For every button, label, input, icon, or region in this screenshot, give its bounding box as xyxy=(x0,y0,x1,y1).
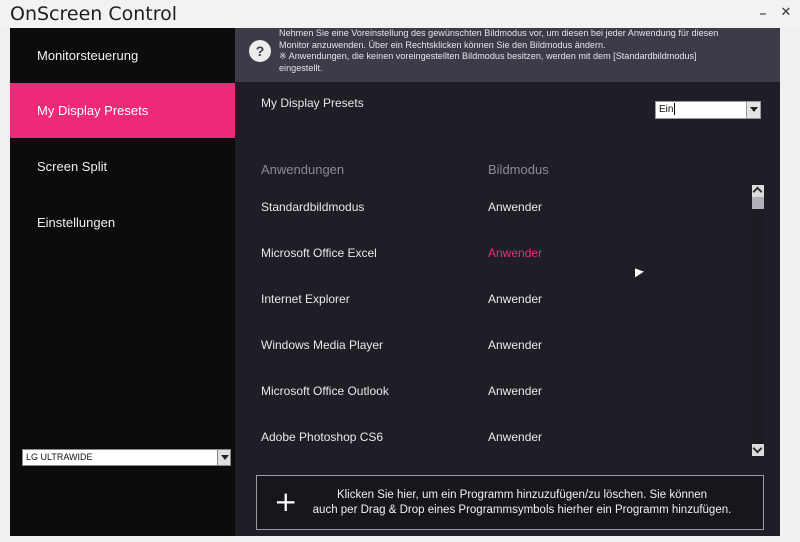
add-program-line: Klicken Sie hier, um ein Programm hinzuz… xyxy=(336,489,708,501)
table-row[interactable]: Adobe Photoshop CS6 Anwender xyxy=(235,430,745,476)
sidebar-item-label: Monitorsteuerung xyxy=(37,48,139,63)
info-line: eingestellt. xyxy=(279,63,323,74)
picture-mode-value[interactable]: Anwender xyxy=(488,430,542,444)
main-panel: ? Nehmen Sie eine Voreinstellung des gew… xyxy=(235,28,780,536)
text-caret xyxy=(674,103,676,116)
scroll-track[interactable] xyxy=(752,197,764,444)
sidebar-item-label: Screen Split xyxy=(37,159,108,174)
sidebar-item-screen-split[interactable]: Screen Split xyxy=(10,139,235,194)
add-program-line: auch per Drag & Drop eines Programmsymbo… xyxy=(312,504,732,516)
scroll-thumb[interactable] xyxy=(752,197,764,209)
minimize-button[interactable]: – xyxy=(753,4,773,22)
picture-mode-value[interactable]: Anwender xyxy=(488,246,542,260)
chevron-up-icon[interactable] xyxy=(752,185,764,197)
window-title: OnScreen Control xyxy=(10,3,178,25)
monitor-select[interactable]: LG ULTRAWIDE xyxy=(22,449,231,466)
app-name: Standardbildmodus xyxy=(261,200,365,214)
chevron-down-icon[interactable] xyxy=(752,444,764,456)
onscreen-control-window: OnScreen Control – ✕ Monitorsteuerung My… xyxy=(0,0,800,542)
app-name: Microsoft Office Outlook xyxy=(261,384,389,398)
table-row[interactable]: Standardbildmodus Anwender xyxy=(235,200,745,246)
info-text: Nehmen Sie eine Voreinstellung des gewün… xyxy=(279,28,774,75)
info-banner: ? Nehmen Sie eine Voreinstellung des gew… xyxy=(235,28,780,82)
picture-mode-value[interactable]: Anwender xyxy=(488,292,542,306)
close-button[interactable]: ✕ xyxy=(776,4,796,22)
column-header-picture-mode: Bildmodus xyxy=(488,162,549,177)
chevron-down-icon[interactable] xyxy=(746,102,760,118)
column-header-applications: Anwendungen xyxy=(261,162,345,177)
picture-mode-value[interactable]: Anwender xyxy=(488,338,542,352)
table-row[interactable]: Internet Explorer Anwender xyxy=(235,292,745,338)
picture-mode-value[interactable]: Anwender xyxy=(488,200,542,214)
question-icon: ? xyxy=(249,40,271,62)
sidebar-item-monitorsteuerung[interactable]: Monitorsteuerung xyxy=(10,28,235,83)
app-name: Adobe Photoshop CS6 xyxy=(261,430,384,444)
info-line: Nehmen Sie eine Voreinstellung des gewün… xyxy=(279,28,719,38)
table-scrollbar[interactable] xyxy=(752,185,764,456)
page-title: My Display Presets xyxy=(261,96,364,110)
sidebar-item-my-display-presets[interactable]: My Display Presets xyxy=(10,83,235,138)
title-bar: OnScreen Control – ✕ xyxy=(0,0,800,28)
add-program-button[interactable]: + Klicken Sie hier, um ein Programm hinz… xyxy=(256,475,764,530)
add-program-text: Klicken Sie hier, um ein Programm hinzuz… xyxy=(302,488,742,518)
app-name: Windows Media Player xyxy=(261,338,384,352)
sidebar: Monitorsteuerung My Display Presets Scre… xyxy=(10,28,235,536)
sidebar-item-label: Einstellungen xyxy=(37,215,116,230)
table-row[interactable]: Windows Media Player Anwender xyxy=(235,338,745,384)
monitor-select-value: LG ULTRAWIDE xyxy=(26,452,93,462)
plus-icon: + xyxy=(274,485,298,518)
presets-toggle-value: Ein xyxy=(659,104,674,115)
presets-toggle-select[interactable]: Ein xyxy=(655,101,761,119)
chevron-down-icon[interactable] xyxy=(217,450,230,465)
table-row[interactable]: Microsoft Office Outlook Anwender xyxy=(235,384,745,430)
picture-mode-value[interactable]: Anwender xyxy=(488,384,542,398)
info-line: ※ Anwendungen, die keinen voreingestellt… xyxy=(279,51,697,62)
info-line: Monitor anzuwenden. Über ein Rechtsklick… xyxy=(279,39,606,50)
app-name: Microsoft Office Excel xyxy=(261,246,377,260)
table-row[interactable]: Microsoft Office Excel Anwender xyxy=(235,246,745,292)
app-name: Internet Explorer xyxy=(261,292,350,306)
sidebar-item-einstellungen[interactable]: Einstellungen xyxy=(10,195,235,250)
sidebar-item-label: My Display Presets xyxy=(37,103,149,118)
